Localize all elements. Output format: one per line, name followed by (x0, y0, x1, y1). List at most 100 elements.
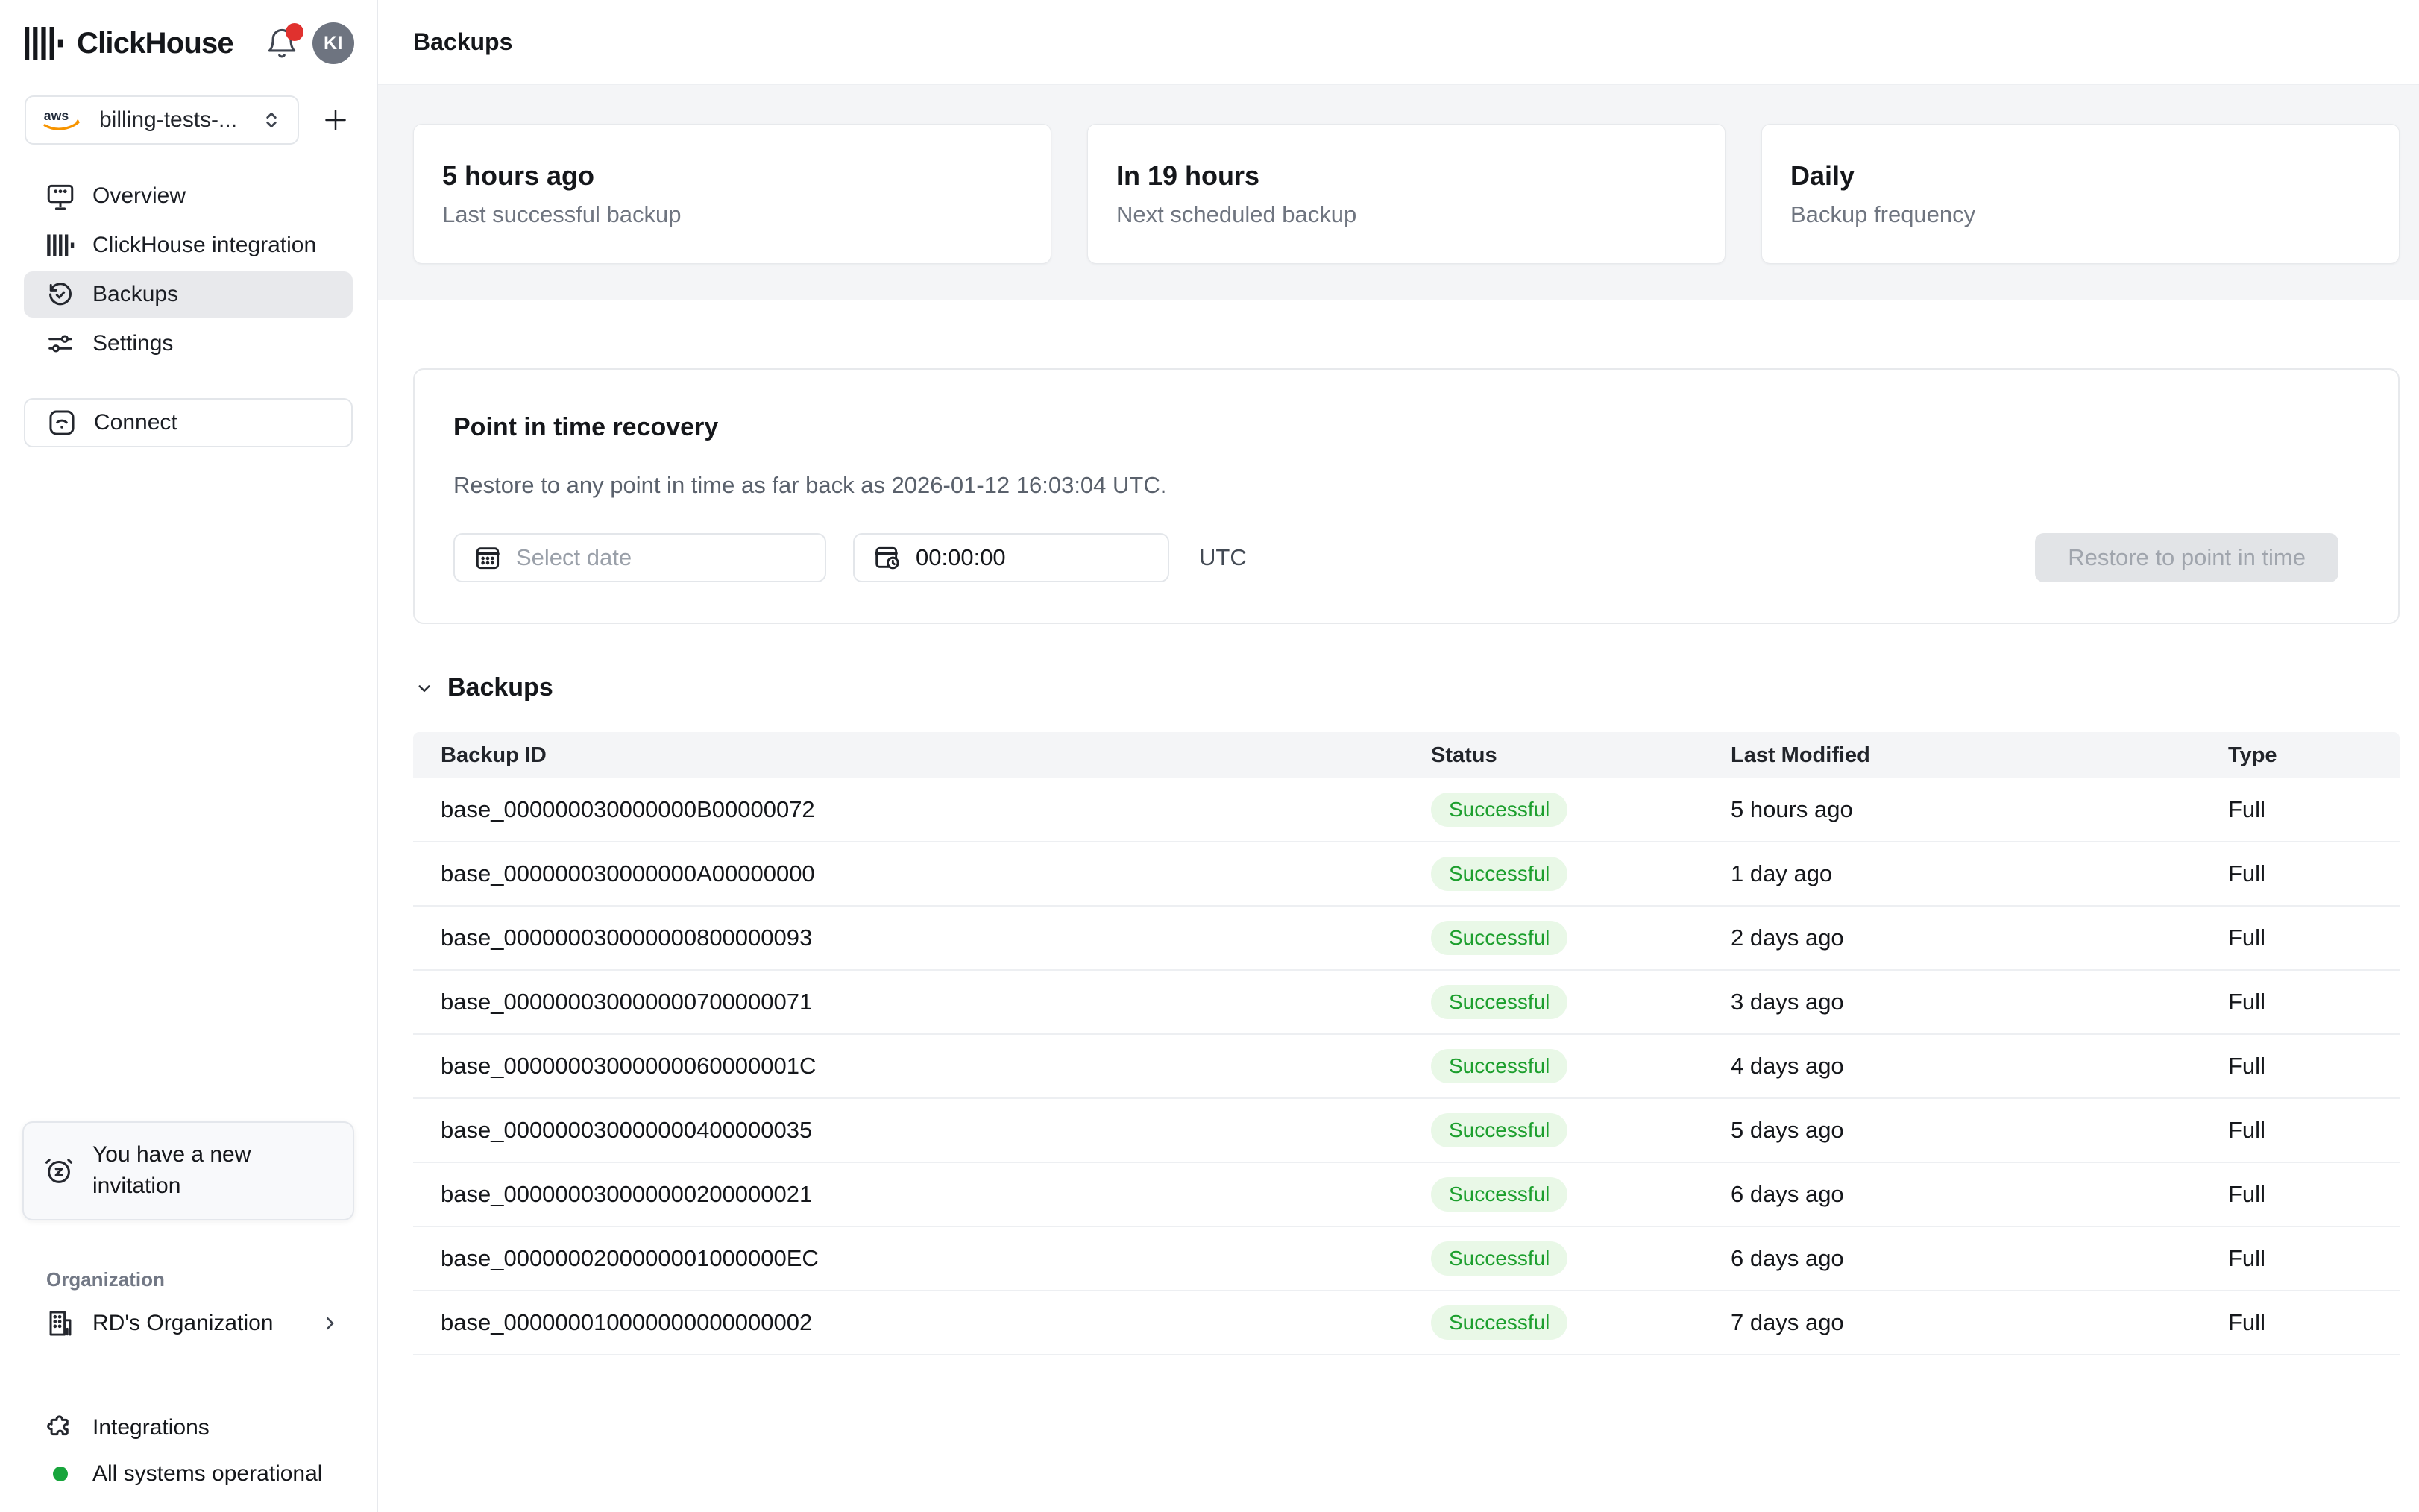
aws-logo-icon: aws (41, 107, 84, 133)
table-row[interactable]: base_000000030000000A00000000 Successful… (413, 842, 2400, 907)
last-backup-card: 5 hours ago Last successful backup (413, 124, 1051, 264)
column-header-last-modified: Last Modified (1731, 743, 2228, 768)
backup-id-cell: base_000000030000000A00000000 (441, 860, 1431, 887)
table-row[interactable]: base_000000030000000700000071 Successful… (413, 971, 2400, 1035)
notification-dot (286, 23, 303, 41)
sidebar-nav: Overview ClickHouse integration (0, 173, 377, 367)
sidebar: ClickHouse KI aws (0, 0, 378, 1512)
card-title: Daily (1790, 160, 2399, 192)
pitr-title: Point in time recovery (453, 413, 2359, 442)
table-row[interactable]: base_000000030000000B00000072 Successful… (413, 778, 2400, 842)
plus-icon (321, 105, 350, 135)
status-cell: Successful (1431, 1305, 1731, 1340)
card-title: In 19 hours (1116, 160, 1725, 192)
type-cell: Full (2228, 1245, 2400, 1272)
card-subtitle: Next scheduled backup (1116, 201, 1725, 228)
status-cell: Successful (1431, 921, 1731, 955)
sidebar-item-backups[interactable]: Backups (24, 271, 353, 318)
chevron-right-icon (318, 1312, 341, 1335)
next-backup-card: In 19 hours Next scheduled backup (1087, 124, 1726, 264)
status-cell: Successful (1431, 1241, 1731, 1276)
status-badge: Successful (1431, 985, 1567, 1019)
backup-id-cell: base_000000030000000200000021 (441, 1181, 1431, 1208)
service-selector[interactable]: aws billing-tests-... (25, 95, 299, 145)
connect-signal-icon (46, 407, 78, 438)
backup-id-cell: base_0000000200000001000000EC (441, 1245, 1431, 1272)
building-icon (45, 1308, 76, 1339)
main-area: Backups 5 hours ago Last successful back… (378, 0, 2419, 1512)
status-badge: Successful (1431, 1241, 1567, 1276)
avatar[interactable]: KI (312, 22, 354, 64)
system-status[interactable]: All systems operational (24, 1451, 353, 1497)
last-modified-cell: 4 days ago (1731, 1053, 2228, 1080)
card-subtitle: Backup frequency (1790, 201, 2399, 228)
backup-id-cell: base_000000030000000700000071 (441, 989, 1431, 1015)
table-row[interactable]: base_000000030000000200000021 Successful… (413, 1163, 2400, 1227)
organization-row[interactable]: RD's Organization (24, 1300, 353, 1346)
sidebar-item-settings[interactable]: Settings (24, 321, 353, 367)
table-header-row: Backup ID Status Last Modified Type (413, 732, 2400, 778)
status-badge: Successful (1431, 1049, 1567, 1083)
last-modified-cell: 7 days ago (1731, 1309, 2228, 1336)
point-in-time-recovery-card: Point in time recovery Restore to any po… (413, 368, 2400, 624)
page-header: Backups (378, 0, 2419, 85)
invitation-notice[interactable]: You have a new invitation (22, 1121, 354, 1220)
restore-button[interactable]: Restore to point in time (2035, 533, 2338, 582)
status-badge: Successful (1431, 1305, 1567, 1340)
invitation-text: You have a new invitation (92, 1139, 279, 1203)
status-cell: Successful (1431, 1177, 1731, 1212)
table-row[interactable]: base_000000030000000400000035 Successful… (413, 1099, 2400, 1163)
svg-text:aws: aws (44, 108, 69, 123)
status-text: All systems operational (92, 1461, 322, 1487)
time-picker-input[interactable]: 00:00:00 (853, 533, 1169, 582)
sidebar-bottom: You have a new invitation Organization R… (0, 1121, 377, 1497)
card-title: 5 hours ago (442, 160, 1051, 192)
table-row[interactable]: base_000000010000000000000002 Successful… (413, 1291, 2400, 1355)
backup-id-cell: base_00000003000000060000001C (441, 1053, 1431, 1080)
service-selector-row: aws billing-tests-... (0, 86, 377, 145)
table-row[interactable]: base_00000003000000060000001C Successful… (413, 1035, 2400, 1099)
time-value: 00:00:00 (916, 544, 1006, 571)
table-row[interactable]: base_0000000200000001000000EC Successful… (413, 1227, 2400, 1291)
backup-id-cell: base_000000030000000800000093 (441, 924, 1431, 951)
sliders-icon (45, 328, 76, 359)
last-modified-cell: 2 days ago (1731, 924, 2228, 951)
status-dot-icon (53, 1467, 68, 1481)
last-modified-cell: 6 days ago (1731, 1181, 2228, 1208)
table-row[interactable]: base_000000030000000800000093 Successful… (413, 907, 2400, 971)
backups-table: Backup ID Status Last Modified Type base… (413, 732, 2400, 1355)
pitr-description: Restore to any point in time as far back… (453, 472, 2359, 499)
backups-section-header[interactable]: Backups (413, 673, 2400, 702)
sidebar-item-clickhouse-integration[interactable]: ClickHouse integration (24, 222, 353, 268)
chevron-up-down-icon (259, 107, 284, 133)
page-title: Backups (413, 28, 512, 56)
backup-id-cell: base_000000010000000000000002 (441, 1309, 1431, 1336)
backup-id-cell: base_000000030000000400000035 (441, 1117, 1431, 1144)
page-content: Point in time recovery Restore to any po… (378, 300, 2419, 1355)
status-badge: Successful (1431, 921, 1567, 955)
status-cell: Successful (1431, 1113, 1731, 1147)
status-badge: Successful (1431, 1177, 1567, 1212)
clickhouse-bars-icon (45, 230, 76, 261)
column-header-type: Type (2228, 743, 2400, 768)
calendar-icon (473, 543, 503, 573)
status-badge: Successful (1431, 793, 1567, 827)
connect-button[interactable]: Connect (24, 398, 353, 447)
app-title: ClickHouse (77, 27, 233, 60)
last-modified-cell: 5 days ago (1731, 1117, 2228, 1144)
logo-row: ClickHouse KI (0, 0, 377, 86)
sidebar-item-label: Overview (92, 183, 186, 209)
last-modified-cell: 5 hours ago (1731, 796, 2228, 823)
sidebar-item-overview[interactable]: Overview (24, 173, 353, 219)
last-modified-cell: 3 days ago (1731, 989, 2228, 1015)
status-badge: Successful (1431, 857, 1567, 891)
sidebar-item-label: Settings (92, 331, 173, 356)
date-picker-input[interactable]: Select date (453, 533, 826, 582)
backups-section-title: Backups (447, 673, 553, 702)
notifications-button[interactable] (265, 26, 299, 60)
card-subtitle: Last successful backup (442, 201, 1051, 228)
organization-name: RD's Organization (92, 1311, 274, 1336)
timezone-label: UTC (1199, 544, 1247, 571)
add-service-button[interactable] (317, 101, 354, 139)
integrations-link[interactable]: Integrations (24, 1405, 353, 1451)
